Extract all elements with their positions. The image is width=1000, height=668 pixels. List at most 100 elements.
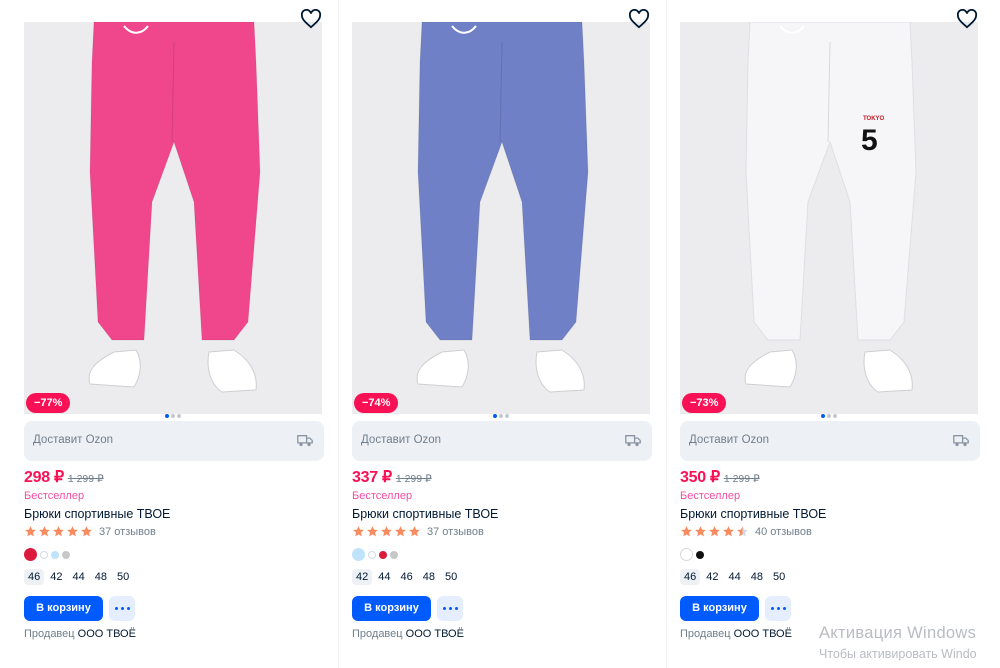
product-photo[interactable]: TOKYO 5 xyxy=(680,22,978,414)
seller-label: Продавец xyxy=(24,628,75,640)
reviews-count[interactable]: 40 отзывов xyxy=(755,526,812,538)
heart-icon[interactable] xyxy=(628,9,650,29)
size-option[interactable]: 46 xyxy=(397,569,417,585)
size-option[interactable]: 44 xyxy=(374,569,394,585)
more-options-button[interactable] xyxy=(109,596,135,621)
product-title[interactable]: Брюки спортивные ТВОЕ xyxy=(24,507,170,521)
color-swatch[interactable] xyxy=(40,550,48,559)
heart-icon[interactable] xyxy=(956,9,978,29)
old-price: 1 299 ₽ xyxy=(723,473,760,485)
bestseller-label: Бестселлер xyxy=(352,490,413,502)
color-swatch[interactable] xyxy=(51,550,59,559)
print-number: 5 xyxy=(861,124,878,157)
product-image[interactable] xyxy=(24,22,322,414)
color-swatch[interactable] xyxy=(352,548,365,561)
column-divider xyxy=(338,0,339,668)
image-pager[interactable] xyxy=(493,414,509,418)
size-option[interactable]: 42 xyxy=(46,569,66,585)
size-option[interactable]: 44 xyxy=(725,569,745,585)
add-to-cart-button[interactable]: В корзину xyxy=(24,596,103,621)
product-title[interactable]: Брюки спортивные ТВОЕ xyxy=(352,507,498,521)
old-price: 1 299 ₽ xyxy=(67,473,104,485)
image-pager[interactable] xyxy=(165,414,181,418)
size-option[interactable]: 44 xyxy=(69,569,89,585)
seller-name[interactable]: ООО ТВОЁ xyxy=(78,628,136,640)
add-to-cart-button[interactable]: В корзину xyxy=(680,596,759,621)
column-divider xyxy=(666,0,667,668)
size-option[interactable]: 48 xyxy=(91,569,111,585)
product-photo[interactable] xyxy=(24,22,322,414)
windows-activation-watermark: Активация Windows Чтобы активировать Win… xyxy=(819,624,977,661)
seller-label: Продавец xyxy=(352,628,403,640)
price-row: 350 ₽ 1 299 ₽ xyxy=(680,467,760,487)
rating-stars xyxy=(352,525,421,538)
size-list: 46 42 44 48 50 xyxy=(680,569,791,585)
old-price: 1 299 ₽ xyxy=(395,473,432,485)
more-options-button[interactable] xyxy=(765,596,791,621)
seller-info: Продавец ООО ТВОЁ xyxy=(680,628,792,640)
color-swatch[interactable] xyxy=(62,550,70,559)
more-options-button[interactable] xyxy=(437,596,463,621)
print-text: TOKYO xyxy=(863,116,885,122)
watermark-subtitle: Чтобы активировать Windo xyxy=(819,647,977,661)
rating-stars xyxy=(24,525,93,538)
product-image[interactable] xyxy=(352,22,650,414)
price-row: 337 ₽ 1 299 ₽ xyxy=(352,467,432,487)
product-title[interactable]: Брюки спортивные ТВОЕ xyxy=(680,507,826,521)
seller-info: Продавец ООО ТВОЁ xyxy=(352,628,464,640)
bestseller-label: Бестселлер xyxy=(24,490,85,502)
rating: 40 отзывов xyxy=(680,525,812,538)
size-option[interactable]: 50 xyxy=(441,569,461,585)
size-list: 46 42 44 48 50 xyxy=(24,569,135,585)
current-price: 337 ₽ xyxy=(352,469,392,486)
reviews-count[interactable]: 37 отзывов xyxy=(99,526,156,538)
size-option[interactable]: 50 xyxy=(113,569,133,585)
size-option[interactable]: 50 xyxy=(769,569,789,585)
rating-stars xyxy=(680,525,749,538)
reviews-count[interactable]: 37 отзывов xyxy=(427,526,484,538)
size-option[interactable]: 42 xyxy=(702,569,722,585)
seller-name[interactable]: ООО ТВОЁ xyxy=(734,628,792,640)
color-swatch[interactable] xyxy=(390,550,398,559)
size-option[interactable]: 48 xyxy=(747,569,767,585)
seller-label: Продавец xyxy=(680,628,731,640)
product-grid: −77% Доставит Ozon 298 ₽ 1 299 ₽ Бестсел… xyxy=(0,0,1000,668)
discount-badge: −74% xyxy=(354,393,399,413)
product-image[interactable]: TOKYO 5 xyxy=(680,22,978,414)
truck-icon xyxy=(297,435,313,447)
discount-badge: −77% xyxy=(26,393,71,413)
watermark-title: Активация Windows xyxy=(819,624,977,642)
truck-icon xyxy=(953,435,969,447)
add-to-cart-button[interactable]: В корзину xyxy=(352,596,431,621)
heart-icon[interactable] xyxy=(300,9,322,29)
delivery-text: Доставит Ozon xyxy=(33,434,114,446)
product-card[interactable]: TOKYO 5 −73% Доставит Ozon 350 ₽ 1 299 ₽… xyxy=(680,0,982,668)
size-option[interactable]: 42 xyxy=(352,569,373,585)
size-option[interactable]: 46 xyxy=(24,569,45,585)
price-row: 298 ₽ 1 299 ₽ xyxy=(24,467,104,487)
delivery-text: Доставит Ozon xyxy=(361,434,442,446)
size-list: 42 44 46 48 50 xyxy=(352,569,463,585)
delivery-info: Доставит Ozon xyxy=(352,421,652,461)
discount-badge: −73% xyxy=(682,393,727,413)
truck-icon xyxy=(625,435,641,447)
color-swatches xyxy=(352,548,398,561)
color-swatches xyxy=(680,548,704,561)
delivery-info: Доставит Ozon xyxy=(24,421,324,461)
product-card[interactable]: −77% Доставит Ozon 298 ₽ 1 299 ₽ Бестсел… xyxy=(24,0,326,668)
current-price: 350 ₽ xyxy=(680,469,720,486)
seller-info: Продавец ООО ТВОЁ xyxy=(24,628,136,640)
seller-name[interactable]: ООО ТВОЁ xyxy=(406,628,464,640)
color-swatch[interactable] xyxy=(379,550,387,559)
size-option[interactable]: 46 xyxy=(680,569,701,585)
color-swatch[interactable] xyxy=(368,550,376,559)
size-option[interactable]: 48 xyxy=(419,569,439,585)
bestseller-label: Бестселлер xyxy=(680,490,741,502)
image-pager[interactable] xyxy=(821,414,837,418)
product-photo[interactable] xyxy=(352,22,650,414)
color-swatch[interactable] xyxy=(696,550,704,559)
rating: 37 отзывов xyxy=(24,525,156,538)
color-swatch[interactable] xyxy=(24,548,37,561)
color-swatch[interactable] xyxy=(680,548,693,561)
product-card[interactable]: −74% Доставит Ozon 337 ₽ 1 299 ₽ Бестсел… xyxy=(352,0,654,668)
